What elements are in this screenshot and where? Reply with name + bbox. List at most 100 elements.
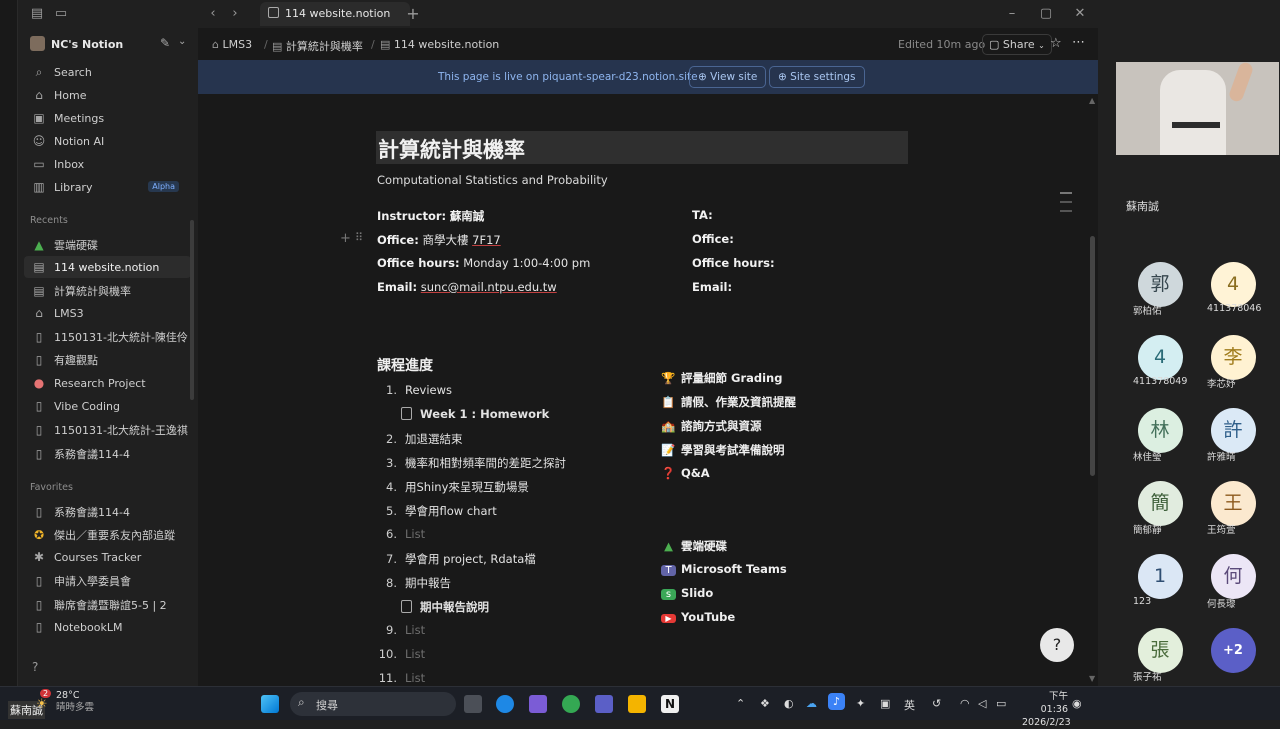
sidebar-item-meetings[interactable]: ▣ Meetings: [24, 107, 191, 129]
close-button[interactable]: ✕: [1071, 5, 1089, 23]
sidebar-recent-item[interactable]: ▯ 有趣觀點: [24, 348, 191, 370]
instructor-line[interactable]: Instructor: 蘇南誠: [377, 208, 484, 224]
sidebar-item-inbox[interactable]: ▭ Inbox: [24, 153, 191, 175]
participant-avatar[interactable]: 張: [1125, 628, 1195, 673]
weather-widget[interactable]: 28°C 晴時多雲: [56, 690, 94, 714]
list-subpage[interactable]: Week 1 : Homework: [401, 407, 549, 421]
participant-avatar[interactable]: 林: [1125, 408, 1195, 453]
toc-line[interactable]: [1060, 201, 1072, 203]
weather-icon[interactable]: ☀: [36, 697, 48, 712]
sidebar-favorite-item[interactable]: ▯ 系務會議114-4: [24, 500, 191, 522]
participant-avatar[interactable]: 王: [1198, 481, 1268, 526]
page-subtitle[interactable]: Computational Statistics and Probability: [377, 173, 608, 187]
list-subpage[interactable]: 期中報告說明: [401, 599, 489, 615]
schedule-heading[interactable]: 課程進度: [377, 355, 433, 375]
sidebar-recent-item[interactable]: ⌂ LMS3: [24, 302, 191, 324]
email-link[interactable]: sunc@mail.ntpu.edu.tw: [421, 280, 557, 294]
sidebar-recent-item[interactable]: ▯ 系務會議114-4: [24, 442, 191, 464]
drive-link[interactable]: ▲ 雲端硬碟: [661, 538, 727, 554]
sidebar-favorite-item[interactable]: ✱ Courses Tracker: [24, 546, 191, 568]
consultation-link[interactable]: 🏫 諮詢方式與資源: [661, 418, 761, 434]
file-explorer-icon[interactable]: [628, 695, 646, 713]
participant-avatar[interactable]: 李: [1198, 335, 1268, 380]
drag-handle-icon[interactable]: ⠿: [355, 231, 363, 244]
participant-avatar[interactable]: 許: [1198, 408, 1268, 453]
sidebar-scrollbar[interactable]: [190, 220, 194, 400]
taskbar-search[interactable]: ⌕ 搜尋: [290, 692, 456, 716]
volume-icon[interactable]: ◁: [978, 697, 986, 710]
sidebar-item-notion-ai[interactable]: ☺ Notion AI: [24, 130, 191, 152]
panel-icon[interactable]: ▭: [52, 5, 70, 23]
list-item-placeholder[interactable]: 11. List: [377, 671, 425, 685]
breadcrumb-item[interactable]: ▤ 計算統計與機率: [272, 38, 363, 54]
back-button[interactable]: ‹: [204, 5, 222, 23]
edge-icon[interactable]: [496, 695, 514, 713]
windows-start-icon[interactable]: [261, 695, 279, 713]
sidebar-recent-item[interactable]: ● Research Project: [24, 372, 191, 394]
view-site-button[interactable]: ⊕ View site: [689, 66, 767, 88]
maximize-button[interactable]: ▢: [1037, 5, 1055, 23]
sidebar-recent-item[interactable]: ▯ 1150131-北大統計-王逸祺: [24, 418, 191, 440]
teams-icon[interactable]: [595, 695, 613, 713]
list-item-placeholder[interactable]: 10. List: [377, 647, 425, 661]
new-page-icon[interactable]: ✎: [160, 36, 170, 50]
sidebar-recent-item[interactable]: ▯ 1150131-北大統計-陳佳伶: [24, 325, 191, 347]
participant-avatar[interactable]: 何: [1198, 554, 1268, 599]
list-item-placeholder[interactable]: 9. List: [377, 623, 425, 637]
sidebar-recent-item[interactable]: ▲ 雲端硬碟: [24, 233, 191, 255]
onedrive-icon[interactable]: ☁: [806, 697, 817, 710]
chrome-icon[interactable]: [562, 695, 580, 713]
scroll-up-icon[interactable]: ▲: [1089, 96, 1095, 105]
youtube-link[interactable]: ▶ YouTube: [661, 610, 735, 624]
system-clock[interactable]: 下午 01:36 2026/2/23: [1022, 690, 1071, 729]
bluetooth-icon[interactable]: ✦: [856, 697, 865, 710]
participant-avatar[interactable]: 4: [1198, 262, 1268, 307]
minimize-button[interactable]: –: [1003, 5, 1021, 23]
toc-line[interactable]: [1060, 192, 1072, 194]
sidebar-item-search[interactable]: ⌕ Search: [24, 61, 191, 83]
sidebar-item-home[interactable]: ⌂ Home: [24, 84, 191, 106]
ime-indicator[interactable]: 英: [904, 697, 915, 713]
site-settings-button[interactable]: ⊕ Site settings: [769, 66, 865, 88]
help-fab-icon[interactable]: ?: [1040, 628, 1074, 662]
forward-button[interactable]: ›: [226, 5, 244, 23]
help-icon[interactable]: ?: [32, 660, 38, 674]
email-line[interactable]: Email: sunc@mail.ntpu.edu.tw: [377, 280, 557, 294]
sidebar-favorite-item[interactable]: ▯ 申請入學委員會: [24, 569, 191, 591]
sidebar-recent-item[interactable]: ▤ 計算統計與機率: [24, 279, 191, 301]
sidebar-recent-item[interactable]: ▤ 114 website.notion: [24, 256, 191, 278]
undo-icon[interactable]: ↺: [932, 697, 941, 710]
breadcrumb-item[interactable]: ⌂ LMS3: [212, 38, 252, 51]
hours-line[interactable]: Office hours: Monday 1:00-4:00 pm: [377, 256, 590, 270]
breadcrumb-item[interactable]: ▤ 114 website.notion: [380, 38, 499, 51]
qa-link[interactable]: ❓ Q&A: [661, 466, 709, 480]
page-scrollbar[interactable]: [1090, 236, 1095, 476]
toc-line[interactable]: [1060, 210, 1072, 212]
more-icon[interactable]: ⋯: [1072, 35, 1085, 50]
add-block-icon[interactable]: +: [340, 231, 351, 246]
battery-icon[interactable]: ▭: [996, 697, 1006, 710]
notifications-icon[interactable]: ◉: [1072, 697, 1082, 710]
participant-avatar[interactable]: 郭: [1125, 262, 1195, 307]
copilot-icon[interactable]: [529, 695, 547, 713]
chevron-down-icon[interactable]: ⌄: [178, 36, 186, 47]
ta-office-line[interactable]: Office:: [692, 232, 734, 246]
dropbox-icon[interactable]: ❖: [760, 697, 770, 710]
slido-link[interactable]: s Slido: [661, 586, 713, 600]
app-tray-icon[interactable]: ◐: [784, 697, 794, 710]
sidebar-recent-item[interactable]: ▯ Vibe Coding: [24, 395, 191, 417]
page-title[interactable]: 計算統計與機率: [378, 134, 525, 164]
office-line[interactable]: Office: 商學大樓 7F17: [377, 232, 501, 248]
workspace-switcher[interactable]: NC's Notion: [30, 36, 123, 51]
list-item[interactable]: 4. 用Shiny來呈現互動場景: [377, 479, 529, 495]
tab-active[interactable]: 114 website.notion: [260, 2, 410, 26]
participant-avatar[interactable]: 簡: [1125, 481, 1195, 526]
teams-link[interactable]: T Microsoft Teams: [661, 562, 787, 576]
study-exam-link[interactable]: 📝 學習與考試準備說明: [661, 442, 784, 458]
list-item[interactable]: 2. 加退選結束: [377, 431, 462, 447]
leave-homework-link[interactable]: 📋 請假、作業及資訊提醒: [661, 394, 796, 410]
task-view-icon[interactable]: [464, 695, 482, 713]
monitor-icon[interactable]: ▣: [880, 697, 890, 710]
list-item[interactable]: 3. 機率和相對頻率間的差距之探討: [377, 455, 566, 471]
microphone-icon[interactable]: ♪: [828, 693, 846, 710]
